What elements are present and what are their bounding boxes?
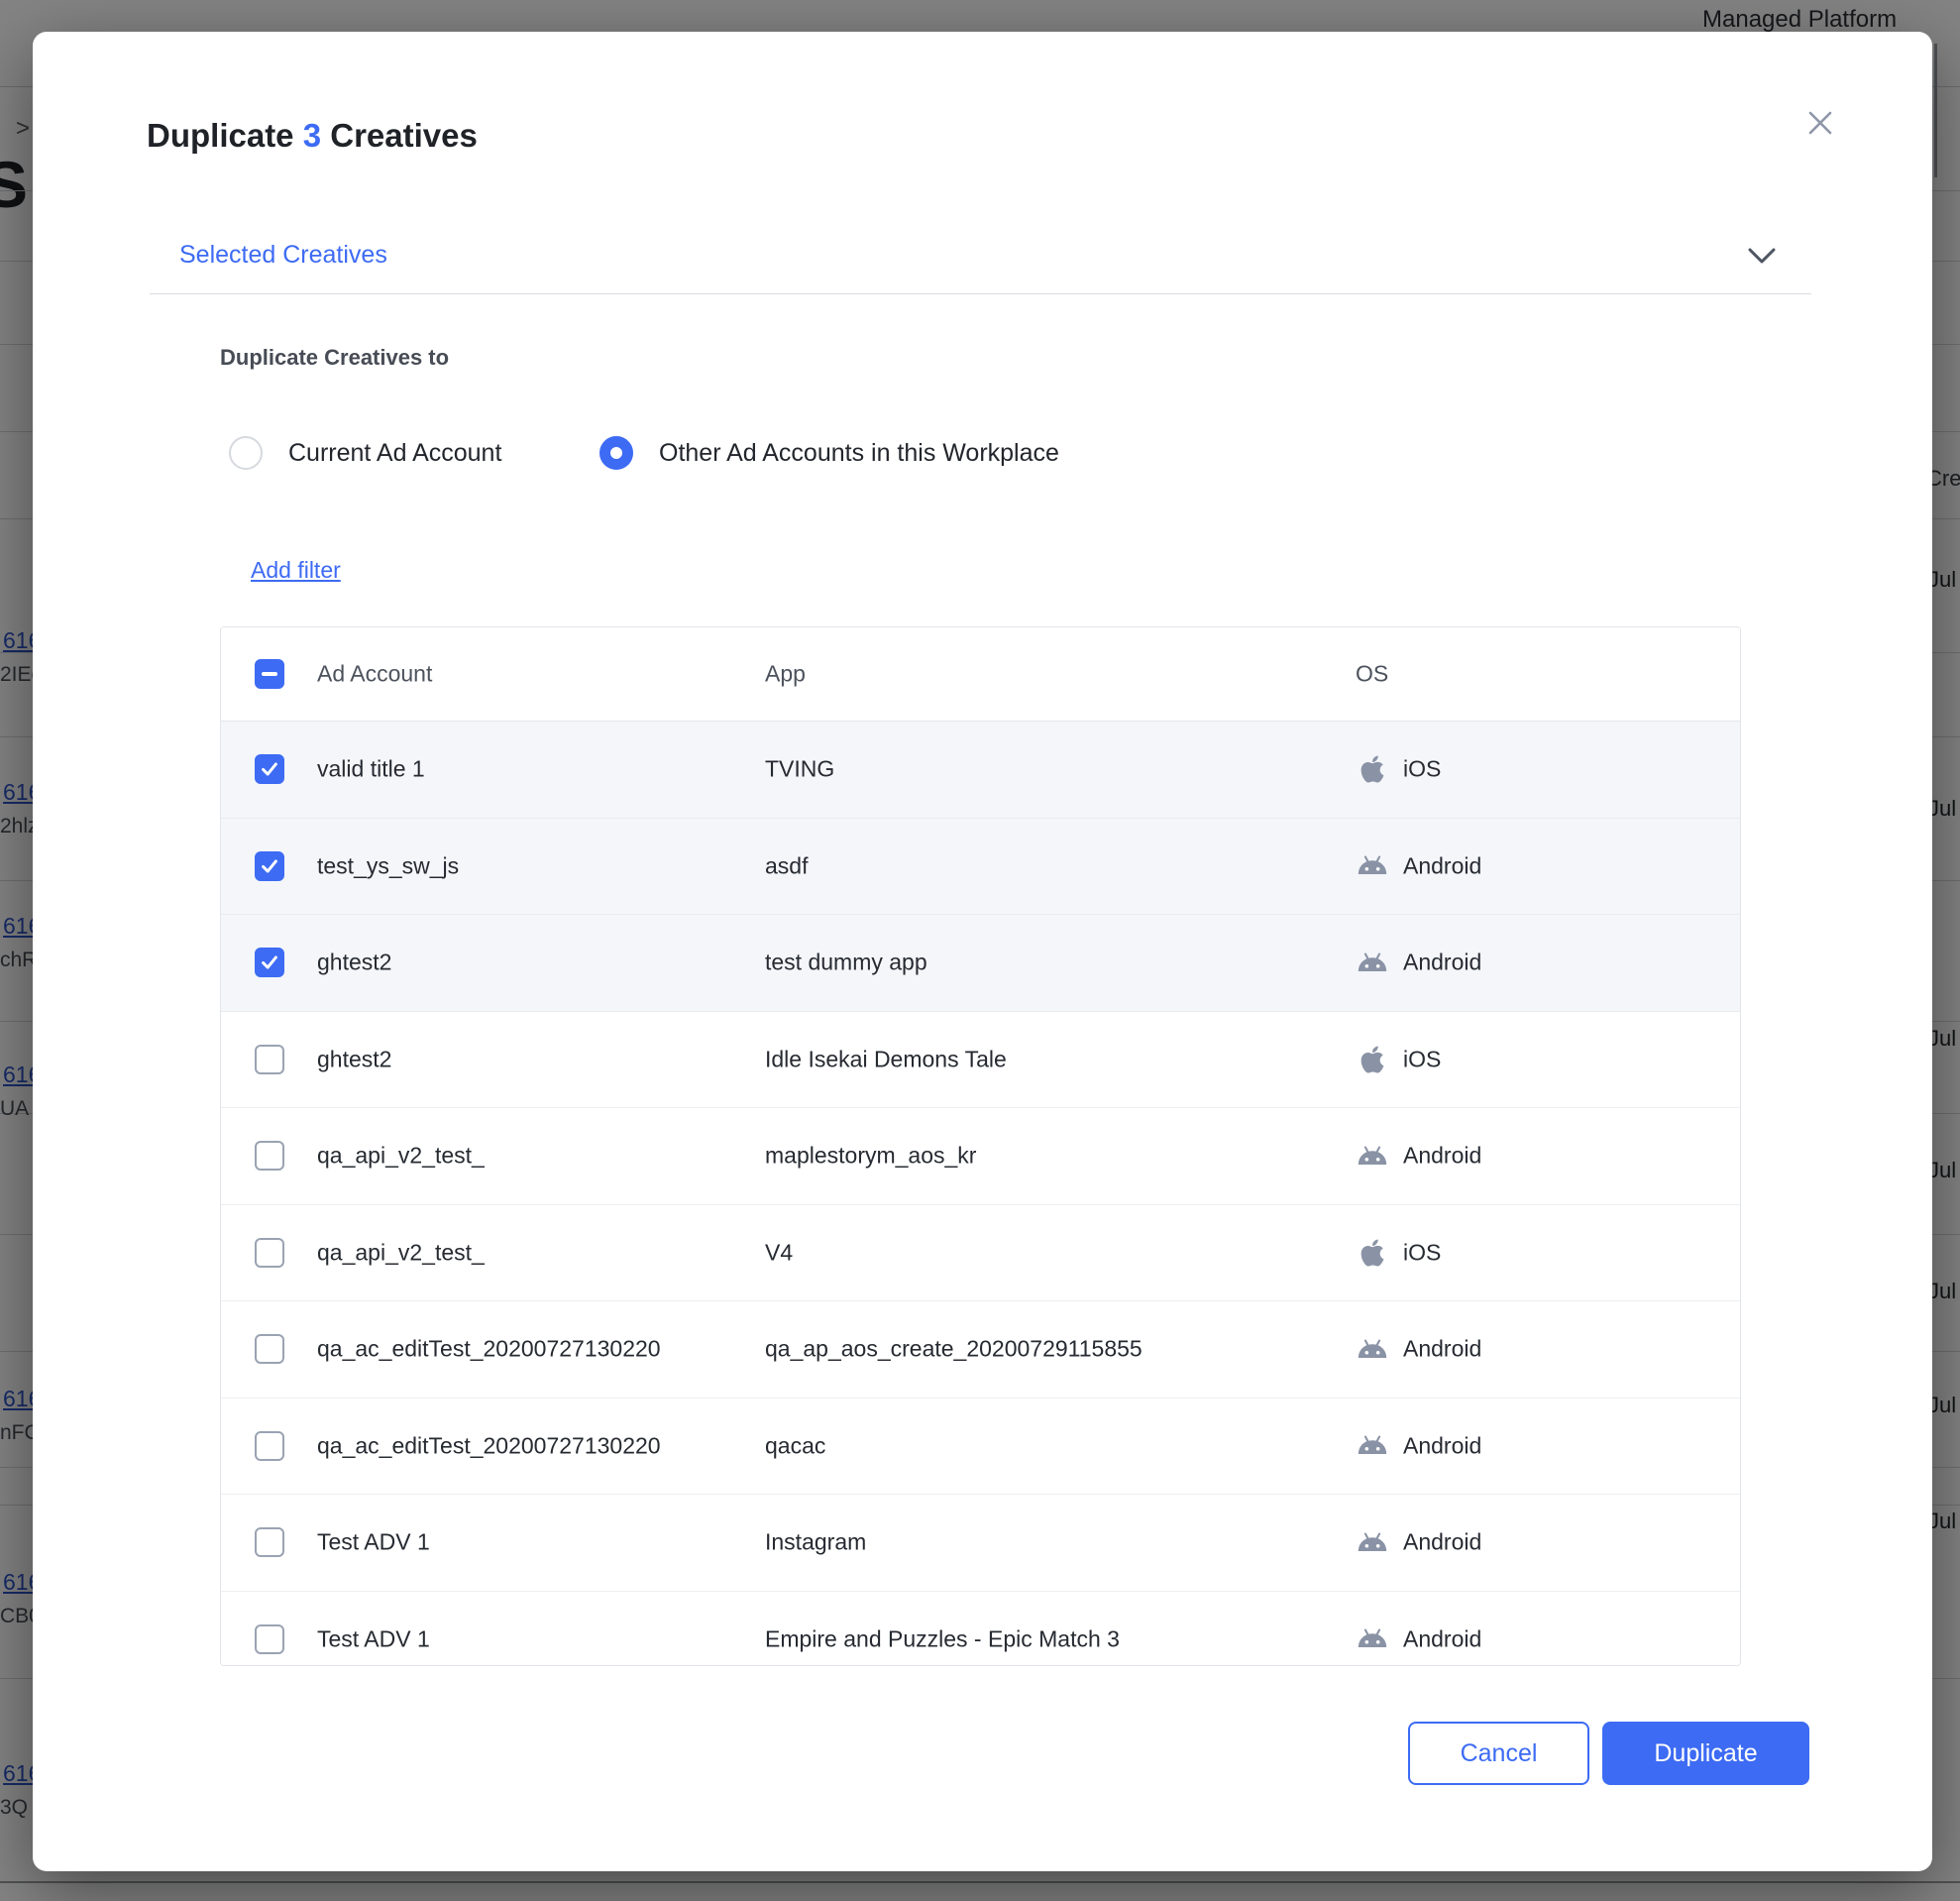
duplicate-to-label: Duplicate Creatives to <box>220 345 449 371</box>
ad-account-cell: test_ys_sw_js <box>317 852 459 879</box>
app-cell: Idle Isekai Demons Tale <box>765 1046 1007 1072</box>
modal-title-suffix: Creatives <box>330 117 478 154</box>
app-cell: asdf <box>765 852 808 879</box>
android-icon <box>1356 855 1389 877</box>
table-row[interactable]: qa_ac_editTest_20200727130220 qa_ap_aos_… <box>221 1301 1740 1398</box>
os-cell: iOS <box>1356 1237 1441 1268</box>
table-row[interactable]: Test ADV 1 Empire and Puzzles - Epic Mat… <box>221 1592 1740 1667</box>
os-cell: Android <box>1356 1336 1481 1363</box>
duplicate-button[interactable]: Duplicate <box>1602 1722 1809 1785</box>
duplicate-creatives-modal: Duplicate 3 Creatives Selected Creatives… <box>33 32 1932 1871</box>
column-header-ad-account: Ad Account <box>317 661 432 688</box>
app-cell: TVING <box>765 756 834 783</box>
screen: Managed Platform > S Cre 6162IEc6162hlz6… <box>0 0 1960 1901</box>
row-checkbox[interactable] <box>255 851 284 881</box>
os-label: Android <box>1403 1336 1481 1363</box>
ad-account-cell: ghtest2 <box>317 1046 391 1072</box>
os-label: iOS <box>1403 1239 1441 1266</box>
os-label: Android <box>1403 1143 1481 1170</box>
row-checkbox[interactable] <box>255 1238 284 1268</box>
apple-icon <box>1361 1044 1384 1074</box>
row-checkbox[interactable] <box>255 948 284 977</box>
os-cell: Android <box>1356 1625 1481 1652</box>
table-row[interactable]: qa_ac_editTest_20200727130220 qacac Andr… <box>221 1398 1740 1496</box>
ad-account-cell: qa_api_v2_test_ <box>317 1143 485 1170</box>
ad-account-cell: Test ADV 1 <box>317 1625 430 1652</box>
app-cell: maplestorym_aos_kr <box>765 1143 976 1170</box>
ad-account-cell: qa_api_v2_test_ <box>317 1239 485 1266</box>
cancel-button[interactable]: Cancel <box>1408 1722 1589 1785</box>
table-row[interactable]: qa_api_v2_test_ maplestorym_aos_kr Andro… <box>221 1108 1740 1205</box>
app-cell: qa_ap_aos_create_20200729115855 <box>765 1336 1143 1363</box>
ad-account-cell: ghtest2 <box>317 950 391 976</box>
os-label: Android <box>1403 1432 1481 1459</box>
radio-label: Other Ad Accounts in this Workplace <box>659 439 1059 468</box>
row-checkbox[interactable] <box>255 1141 284 1171</box>
close-icon[interactable] <box>1798 101 1842 145</box>
row-checkbox[interactable] <box>255 754 284 784</box>
os-label: Android <box>1403 1625 1481 1652</box>
row-checkbox[interactable] <box>255 1624 284 1654</box>
column-header-os: OS <box>1356 661 1388 688</box>
os-cell: Android <box>1356 950 1481 976</box>
android-icon <box>1356 1531 1389 1553</box>
os-label: Android <box>1403 950 1481 976</box>
accounts-table-body: valid title 1 TVING iOS test_ys_sw_js as <box>221 722 1740 1666</box>
column-header-app: App <box>765 661 806 688</box>
os-cell: iOS <box>1356 1044 1441 1074</box>
ad-accounts-table: Ad Account App OS valid title 1 TVING <box>220 626 1741 1666</box>
table-row[interactable]: test_ys_sw_js asdf Android <box>221 819 1740 916</box>
table-row[interactable]: ghtest2 Idle Isekai Demons Tale iOS <box>221 1012 1740 1109</box>
os-cell: iOS <box>1356 754 1441 785</box>
table-row[interactable]: qa_api_v2_test_ V4 iOS <box>221 1205 1740 1302</box>
modal-title-prefix: Duplicate <box>147 117 294 154</box>
section-divider <box>150 293 1811 294</box>
os-label: iOS <box>1403 756 1441 783</box>
os-label: iOS <box>1403 1046 1441 1072</box>
radio-label: Current Ad Account <box>288 439 501 468</box>
apple-icon <box>1361 1237 1384 1268</box>
select-all-checkbox[interactable] <box>255 659 284 689</box>
ad-account-cell: valid title 1 <box>317 756 425 783</box>
android-icon <box>1356 1435 1389 1457</box>
table-row[interactable]: Test ADV 1 Instagram Android <box>221 1495 1740 1592</box>
os-label: Android <box>1403 852 1481 879</box>
row-checkbox[interactable] <box>255 1334 284 1364</box>
android-icon <box>1356 1145 1389 1167</box>
app-cell: qacac <box>765 1432 825 1459</box>
ad-account-cell: Test ADV 1 <box>317 1529 430 1556</box>
app-cell: Instagram <box>765 1529 866 1556</box>
row-checkbox[interactable] <box>255 1527 284 1557</box>
row-checkbox[interactable] <box>255 1431 284 1461</box>
row-checkbox[interactable] <box>255 1045 284 1074</box>
os-cell: Android <box>1356 1529 1481 1556</box>
android-icon <box>1356 1338 1389 1360</box>
apple-icon <box>1361 754 1384 785</box>
radio-current-ad-account[interactable]: Current Ad Account <box>229 436 501 470</box>
android-icon <box>1356 1628 1389 1650</box>
radio-other-ad-accounts[interactable]: Other Ad Accounts in this Workplace <box>599 436 1059 470</box>
os-label: Android <box>1403 1529 1481 1556</box>
modal-title-count: 3 <box>303 117 321 154</box>
radio-icon <box>229 436 263 470</box>
modal-title: Duplicate 3 Creatives <box>147 117 478 155</box>
os-cell: Android <box>1356 1143 1481 1170</box>
table-row[interactable]: valid title 1 TVING iOS <box>221 722 1740 819</box>
app-cell: V4 <box>765 1239 793 1266</box>
chevron-down-icon[interactable] <box>1748 248 1776 265</box>
os-cell: Android <box>1356 1432 1481 1459</box>
radio-icon <box>599 436 633 470</box>
ad-account-cell: qa_ac_editTest_20200727130220 <box>317 1336 661 1363</box>
ad-account-cell: qa_ac_editTest_20200727130220 <box>317 1432 661 1459</box>
table-header-row: Ad Account App OS <box>221 627 1740 722</box>
selected-creatives-toggle[interactable]: Selected Creatives <box>179 241 387 270</box>
add-filter-link[interactable]: Add filter <box>251 557 341 584</box>
app-cell: Empire and Puzzles - Epic Match 3 <box>765 1625 1120 1652</box>
table-row[interactable]: ghtest2 test dummy app Android <box>221 915 1740 1012</box>
app-cell: test dummy app <box>765 950 927 976</box>
os-cell: Android <box>1356 852 1481 879</box>
android-icon <box>1356 951 1389 973</box>
